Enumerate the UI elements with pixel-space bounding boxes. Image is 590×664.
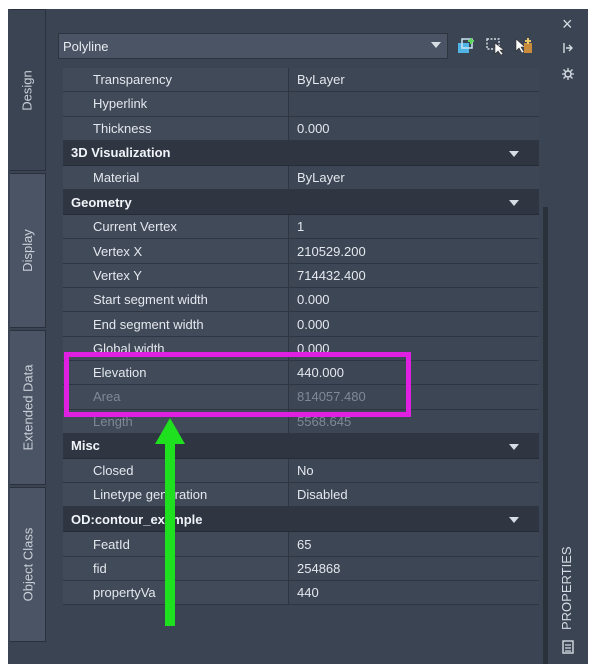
property-value[interactable]: 0.000 xyxy=(289,312,539,336)
quick-select-icon[interactable] xyxy=(456,37,476,55)
tab-display-label: Display xyxy=(20,229,35,272)
tab-object-class-label: Object Class xyxy=(20,527,36,602)
property-value[interactable]: 714432.400 xyxy=(289,263,539,288)
property-row[interactable]: FeatId 65 xyxy=(63,532,539,557)
chevron-down-icon[interactable] xyxy=(509,150,519,157)
object-type-dropdown[interactable]: Polyline xyxy=(58,33,448,59)
tab-object-class[interactable]: Object Class xyxy=(10,487,46,642)
property-value[interactable]: 1 xyxy=(289,215,539,239)
property-row[interactable]: fid 254868 xyxy=(63,556,539,582)
property-name: Hyperlink xyxy=(63,92,289,116)
palette-icon xyxy=(562,640,574,654)
property-grid: Transparency ByLayer Hyperlink Thickness 0.0… xyxy=(63,68,539,606)
left-tab-strip: Design Display Extended Data Object Clas… xyxy=(8,9,46,664)
chevron-down-icon[interactable] xyxy=(509,200,519,207)
palette-title-label: PROPERTIES xyxy=(559,546,574,630)
property-row[interactable]: Start segment width 0.000 xyxy=(63,288,539,313)
property-value[interactable]: 65 xyxy=(289,532,539,556)
property-name: End segment width xyxy=(63,312,289,336)
property-row[interactable]: Hyperlink xyxy=(63,92,539,117)
property-name: Start segment width xyxy=(63,288,289,312)
property-row[interactable]: End segment width 0.000 xyxy=(63,312,539,337)
property-value[interactable]: 0.000 xyxy=(289,288,539,312)
property-value[interactable] xyxy=(289,92,539,116)
property-row[interactable]: Current Vertex 1 xyxy=(63,215,539,240)
close-glyph: × xyxy=(562,14,573,34)
tab-design[interactable]: Design xyxy=(10,9,46,171)
tab-extended-data-label: Extended Data xyxy=(20,364,36,451)
property-value[interactable]: ByLayer xyxy=(289,68,539,92)
tab-extended-data[interactable]: Extended Data xyxy=(10,330,46,485)
category-header[interactable]: Geometry xyxy=(63,190,539,216)
tab-design-label: Design xyxy=(20,69,35,111)
property-row[interactable]: Closed No xyxy=(63,458,539,484)
property-value[interactable]: 210529.200 xyxy=(289,239,539,263)
property-row[interactable]: Material ByLayer xyxy=(63,165,539,191)
property-value[interactable]: Disabled xyxy=(289,483,539,507)
chevron-down-icon xyxy=(431,42,441,48)
property-value[interactable]: 440 xyxy=(289,581,539,605)
close-icon[interactable]: × xyxy=(562,14,573,35)
property-name: Material xyxy=(63,165,289,190)
category-header[interactable]: 3D Visualization xyxy=(63,140,539,166)
property-value[interactable]: ByLayer xyxy=(289,165,539,190)
property-value[interactable]: 254868 xyxy=(289,556,539,581)
property-row[interactable]: propertyVa 440 xyxy=(63,581,539,606)
property-name: Thickness xyxy=(63,116,289,140)
settings-icon[interactable] xyxy=(562,68,574,80)
category-title: Misc xyxy=(71,438,100,454)
property-value[interactable]: No xyxy=(289,458,539,483)
property-row[interactable]: Vertex Y 714432.400 xyxy=(63,263,539,289)
category-title: 3D Visualization xyxy=(71,145,171,161)
property-name: Vertex Y xyxy=(63,263,289,288)
select-objects-icon[interactable] xyxy=(486,37,506,55)
scrollbar-thumb[interactable] xyxy=(543,207,548,664)
property-row[interactable]: Vertex X 210529.200 xyxy=(63,239,539,264)
chevron-down-icon[interactable] xyxy=(509,517,519,524)
category-header[interactable]: OD:contour_example xyxy=(63,507,539,533)
tab-display[interactable]: Display xyxy=(10,173,46,328)
property-name: Current Vertex xyxy=(63,215,289,239)
highlight-box xyxy=(64,352,411,417)
auto-hide-icon[interactable] xyxy=(562,42,574,54)
property-name: Vertex X xyxy=(63,239,289,263)
property-name: Transparency xyxy=(63,68,289,92)
property-value[interactable]: 0.000 xyxy=(289,116,539,140)
object-type-value: Polyline xyxy=(63,38,109,54)
property-row[interactable]: Thickness 0.000 xyxy=(63,116,539,141)
category-header[interactable]: Misc xyxy=(63,433,539,459)
toggle-pickadd-icon[interactable] xyxy=(514,37,534,55)
category-title: Geometry xyxy=(71,194,132,210)
green-arrow-annotation xyxy=(155,418,185,626)
chevron-down-icon[interactable] xyxy=(509,443,519,450)
property-row[interactable]: Transparency ByLayer xyxy=(63,68,539,93)
property-row[interactable]: Linetype generation Disabled xyxy=(63,483,539,508)
